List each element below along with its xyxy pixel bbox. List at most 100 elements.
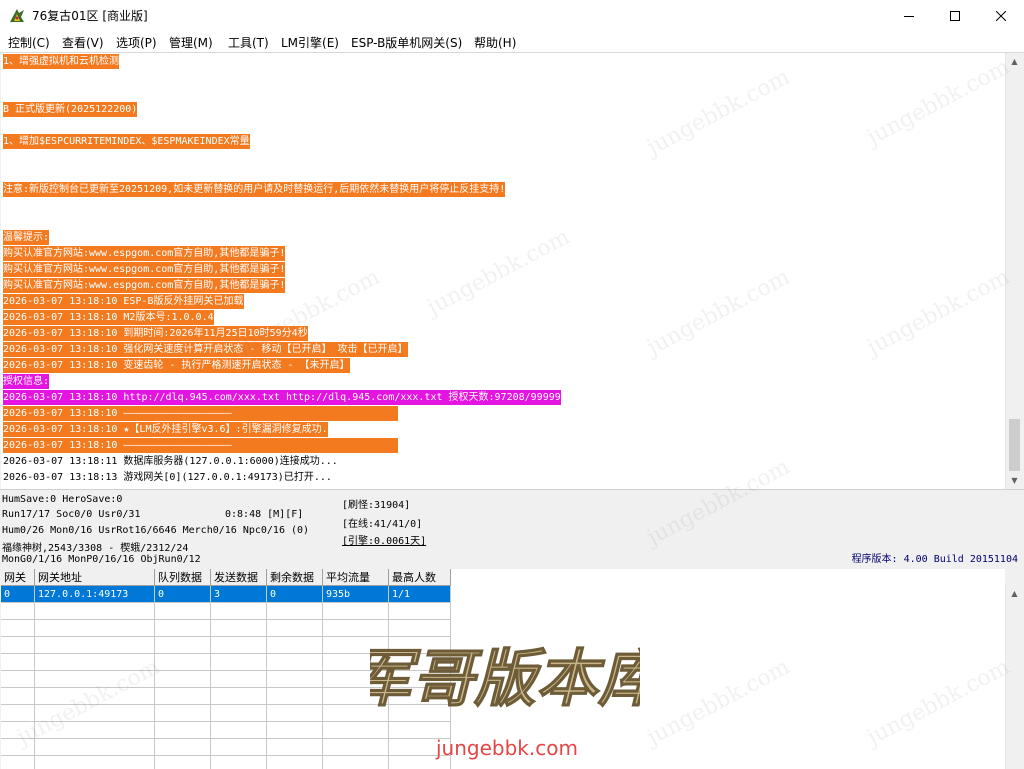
table-cell	[1, 738, 35, 756]
table-cell	[266, 704, 323, 722]
table-cell	[154, 755, 211, 769]
table-row[interactable]	[1, 602, 451, 620]
table-cell	[266, 738, 323, 756]
table-cell	[1, 602, 35, 620]
uptime: 0:8:48 [M][F]	[225, 509, 304, 520]
table-cell	[266, 721, 323, 739]
log-line: 2026-03-07 13:18:10 M2版本号:1.0.0.4	[3, 310, 214, 325]
col-remaining[interactable]: 剩余数据	[266, 569, 323, 586]
log-line: 注意:新版控制台已更新至20251209,如未更新替换的用户请及时替换运行,后期…	[3, 182, 506, 197]
log-line: 2026-03-07 13:18:10 强化网关速度计算开启状态 - 移动【已开…	[3, 342, 408, 357]
scroll-down-icon[interactable]: ▼	[1006, 472, 1023, 489]
table-cell	[1, 687, 35, 705]
table-cell	[266, 687, 323, 705]
table-cell	[34, 619, 155, 637]
table-cell	[34, 636, 155, 654]
table-cell	[322, 602, 389, 620]
table-cell	[34, 687, 155, 705]
save-status: HumSave:0 HeroSave:0	[2, 494, 123, 505]
log-line: 购买认准官方网站:www.espgom.com官方自助,其他都是骗子!	[3, 246, 286, 261]
col-avg-flow[interactable]: 平均流量	[322, 569, 389, 586]
title-bar[interactable]: 76复古01区 [商业版]	[0, 0, 1024, 32]
table-row[interactable]	[1, 738, 451, 756]
table-cell: 0	[154, 585, 211, 603]
table-cell	[1, 704, 35, 722]
table-cell	[266, 653, 323, 671]
close-button[interactable]	[978, 0, 1024, 31]
table-cell	[210, 687, 267, 705]
table-cell	[210, 721, 267, 739]
table-cell: 3	[210, 585, 267, 603]
col-max-users[interactable]: 最高人数	[388, 569, 451, 586]
menu-tools[interactable]: 工具(T)	[228, 34, 269, 51]
table-cell	[1, 619, 35, 637]
engine-days-label: [引擎:0.0061天]	[342, 536, 427, 547]
menu-bar: 控制(C) 查看(V) 选项(P) 管理(M) 工具(T) LM引擎(E) ES…	[0, 31, 1024, 53]
table-cell	[1, 636, 35, 654]
maximize-button[interactable]	[932, 0, 978, 31]
log-line: 授权信息:	[3, 374, 50, 389]
col-gateway[interactable]: 网关	[1, 569, 35, 586]
menu-espb-gateway[interactable]: ESP-B版单机网关(S)	[351, 34, 462, 51]
table-cell	[34, 721, 155, 739]
log-line: 2026-03-07 13:18:13 游戏网关[0](127.0.0.1:49…	[3, 472, 332, 483]
table-cell	[34, 653, 155, 671]
log-line: 1、增加$ESPCURRITEMINDEX、$ESPMAKEINDEX常量	[3, 134, 250, 149]
table-cell: 127.0.0.1:49173	[34, 585, 155, 603]
window-title: 76复古01区 [商业版]	[32, 9, 148, 23]
minimize-button[interactable]	[886, 0, 932, 31]
log-line: B 正式版更新(2025122200)	[3, 102, 138, 117]
status-panel: HumSave:0 HeroSave:0 Run17/17 Soc0/0 Usr…	[0, 489, 1024, 569]
table-cell	[154, 636, 211, 654]
table-cell	[154, 687, 211, 705]
table-cell	[266, 755, 323, 769]
online-count-label: [在线:41/41/0]	[342, 519, 423, 530]
log-line: 购买认准官方网站:www.espgom.com官方自助,其他都是骗子!	[3, 278, 286, 293]
table-cell	[210, 670, 267, 688]
menu-control[interactable]: 控制(C)	[8, 34, 50, 51]
menu-options[interactable]: 选项(P)	[116, 34, 157, 51]
col-address[interactable]: 网关地址	[34, 569, 155, 586]
log-line: 购买认准官方网站:www.espgom.com官方自助,其他都是骗子!	[3, 262, 286, 277]
table-row[interactable]: 0 127.0.0.1:49173 0 3 0 935b 1/1	[1, 585, 451, 603]
log-line: 2026-03-07 13:18:10 到期时间:2026年11月25日10时5…	[3, 326, 308, 341]
close-icon	[996, 10, 1006, 21]
table-cell	[154, 721, 211, 739]
program-version: 程序版本: 4.00 Build 20151104	[851, 554, 1018, 565]
col-queue[interactable]: 队列数据	[154, 569, 211, 586]
table-cell	[154, 670, 211, 688]
minimize-icon	[904, 15, 914, 17]
table-cell	[266, 636, 323, 654]
table-cell	[322, 755, 389, 769]
table-cell	[210, 636, 267, 654]
col-sent[interactable]: 发送数据	[210, 569, 267, 586]
refresh-monster-label: [刷怪:31904]	[342, 500, 411, 511]
scroll-thumb[interactable]	[1009, 419, 1020, 471]
scroll-up-icon[interactable]: ▲	[1006, 53, 1023, 70]
menu-lm-engine[interactable]: LM引擎(E)	[281, 34, 339, 51]
log-output[interactable]: 1、增强虚拟机和云机检测 B 正式版更新(2025122200) 1、增加$ES…	[1, 53, 1005, 489]
menu-view[interactable]: 查看(V)	[62, 34, 104, 51]
menu-help[interactable]: 帮助(H)	[474, 34, 516, 51]
table-cell	[1, 721, 35, 739]
table-cell	[154, 738, 211, 756]
log-scrollbar[interactable]: ▲ ▼	[1005, 53, 1024, 489]
table-cell: 935b	[322, 585, 389, 603]
grid-scrollbar[interactable]: ▲	[1005, 585, 1024, 769]
table-cell	[210, 619, 267, 637]
table-cell	[210, 653, 267, 671]
table-cell	[34, 602, 155, 620]
table-row[interactable]	[1, 755, 451, 769]
menu-manage[interactable]: 管理(M)	[169, 34, 213, 51]
table-cell: 0	[1, 585, 35, 603]
table-cell	[154, 653, 211, 671]
log-line: 2026-03-07 13:18:10 ——————————————————	[3, 438, 398, 453]
table-cell	[210, 738, 267, 756]
table-cell	[34, 738, 155, 756]
run-status: Run17/17 Soc0/0 Usr0/31	[2, 509, 141, 520]
log-line: 温馨提示:	[3, 230, 50, 245]
scroll-up-icon[interactable]: ▲	[1006, 585, 1023, 602]
svg-text:军哥版本库: 军哥版本库	[370, 642, 640, 715]
table-cell	[34, 670, 155, 688]
logo-watermark: 军哥版本库	[370, 641, 640, 715]
